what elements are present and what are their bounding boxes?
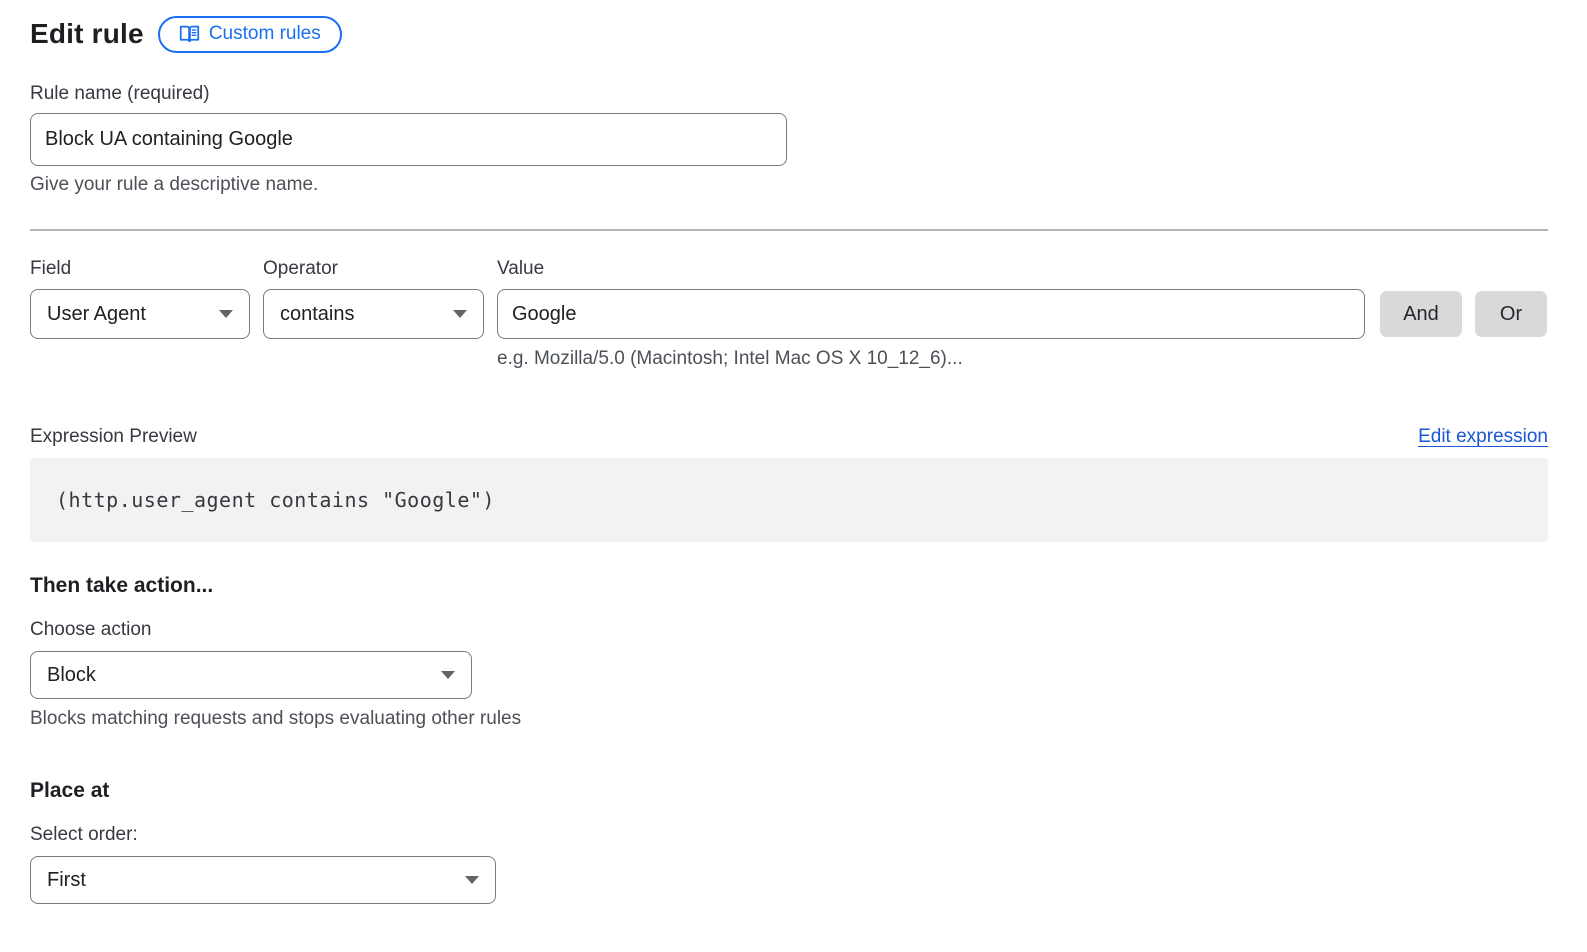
- expression-preview-label: Expression Preview: [30, 425, 197, 448]
- action-select[interactable]: Block: [30, 651, 472, 699]
- value-helper: e.g. Mozilla/5.0 (Macintosh; Intel Mac O…: [497, 347, 1548, 370]
- choose-action-label: Choose action: [30, 618, 1548, 641]
- operator-select-value: contains: [280, 303, 355, 326]
- open-book-icon: [179, 24, 200, 44]
- edit-expression-link[interactable]: Edit expression: [1418, 426, 1548, 448]
- page-title: Edit rule: [30, 18, 144, 50]
- value-input[interactable]: [497, 289, 1365, 339]
- action-helper: Blocks matching requests and stops evalu…: [30, 707, 1548, 730]
- place-at-heading: Place at: [30, 778, 1548, 804]
- dropdown-caret-icon: [465, 876, 479, 884]
- edit-rule-page: Edit rule Custom rules Rule name (requir…: [0, 0, 1587, 952]
- select-order-label: Select order:: [30, 823, 1548, 846]
- dropdown-caret-icon: [441, 671, 455, 679]
- condition-row: User Agent contains And Or: [30, 289, 1548, 339]
- order-select-value: First: [47, 869, 86, 892]
- and-button[interactable]: And: [1380, 291, 1462, 337]
- operator-label: Operator: [263, 257, 497, 280]
- rule-name-input[interactable]: [30, 113, 787, 166]
- rule-name-label: Rule name (required): [30, 82, 1548, 105]
- field-select-value: User Agent: [47, 303, 146, 326]
- dropdown-caret-icon: [453, 310, 467, 318]
- dropdown-caret-icon: [219, 310, 233, 318]
- value-label: Value: [497, 257, 1548, 280]
- action-heading: Then take action...: [30, 573, 1548, 599]
- expression-header: Expression Preview Edit expression: [30, 425, 1548, 448]
- custom-rules-badge-label: Custom rules: [209, 23, 321, 45]
- edit-rule-form: Edit rule Custom rules Rule name (requir…: [30, 0, 1548, 904]
- header: Edit rule Custom rules: [30, 14, 1548, 54]
- or-button[interactable]: Or: [1475, 291, 1547, 337]
- order-select[interactable]: First: [30, 856, 496, 904]
- expression-preview-box: (http.user_agent contains "Google"): [30, 458, 1548, 542]
- section-divider: [30, 229, 1548, 231]
- action-select-value: Block: [47, 664, 96, 687]
- expression-code: (http.user_agent contains "Google"): [56, 488, 495, 512]
- field-label: Field: [30, 257, 263, 280]
- operator-select[interactable]: contains: [263, 289, 484, 339]
- custom-rules-badge[interactable]: Custom rules: [158, 16, 342, 53]
- condition-labels: Field Operator Value: [30, 257, 1548, 280]
- field-select[interactable]: User Agent: [30, 289, 250, 339]
- rule-name-helper: Give your rule a descriptive name.: [30, 173, 1548, 196]
